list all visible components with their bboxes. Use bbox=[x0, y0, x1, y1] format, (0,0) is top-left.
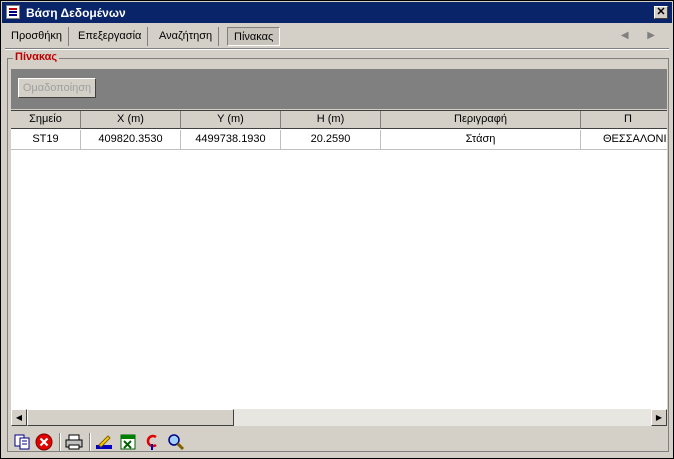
close-button[interactable]: ✕ bbox=[654, 6, 668, 19]
scroll-left-button[interactable]: ◀ bbox=[11, 409, 27, 426]
column-header-description[interactable]: Περιγραφή bbox=[381, 111, 581, 129]
tab-search[interactable]: Αναζήτηση bbox=[153, 27, 220, 46]
column-header-h[interactable]: H (m) bbox=[281, 111, 381, 129]
cell-h[interactable]: 20.2590 bbox=[281, 130, 381, 150]
data-grid[interactable]: Σημείο X (m) Y (m) H (m) Περιγραφή Π ST1… bbox=[11, 110, 667, 409]
search-icon[interactable] bbox=[167, 433, 185, 451]
delete-icon[interactable] bbox=[35, 433, 53, 451]
cell-y[interactable]: 4499738.1930 bbox=[181, 130, 281, 150]
window-title: Βάση Δεδομένων bbox=[26, 6, 126, 20]
print-icon[interactable] bbox=[65, 433, 83, 451]
title-bar[interactable]: Βάση Δεδομένων ✕ bbox=[2, 2, 672, 23]
group-by-button[interactable]: Ομαδοποίηση bbox=[18, 78, 96, 98]
grouping-panel: Ομαδοποίηση bbox=[11, 69, 667, 109]
tab-strip: Προσθήκη Επεξεργασία Αναζήτηση Πίνακας ◀… bbox=[5, 27, 669, 47]
excel-icon[interactable] bbox=[119, 433, 137, 451]
toolbar-separator bbox=[89, 433, 91, 451]
tab-edit[interactable]: Επεξεργασία bbox=[72, 27, 149, 46]
tab-divider bbox=[5, 48, 669, 50]
coordinate-icon[interactable] bbox=[143, 433, 161, 451]
cell-x[interactable]: 409820.3530 bbox=[81, 130, 181, 150]
tab-scroll-arrows-icon[interactable]: ◀ ▶ bbox=[621, 30, 663, 41]
copy-icon[interactable] bbox=[13, 433, 31, 451]
horizontal-scrollbar[interactable]: ◀ ▶ bbox=[11, 409, 667, 426]
column-header-y[interactable]: Y (m) bbox=[181, 111, 281, 129]
edit-icon[interactable] bbox=[95, 433, 113, 451]
cell-description[interactable]: Στάση bbox=[381, 130, 581, 150]
toolbar-separator bbox=[59, 433, 61, 451]
scroll-thumb[interactable] bbox=[27, 409, 234, 426]
scroll-right-button[interactable]: ▶ bbox=[651, 409, 667, 426]
group-label: Πίνακας bbox=[13, 51, 60, 63]
database-window: Βάση Δεδομένων ✕ Προσθήκη Επεξεργασία Αν… bbox=[0, 0, 674, 459]
cell-extra[interactable]: ΘΕΣΣΑΛΟΝΙΚ bbox=[581, 130, 667, 150]
column-header-point[interactable]: Σημείο bbox=[11, 111, 81, 129]
tab-table[interactable]: Πίνακας bbox=[227, 27, 281, 46]
cell-point[interactable]: ST19 bbox=[11, 130, 81, 150]
bottom-toolbar bbox=[11, 431, 667, 455]
column-header-extra[interactable]: Π bbox=[581, 111, 667, 129]
tab-add[interactable]: Προσθήκη bbox=[5, 27, 69, 46]
column-header-x[interactable]: X (m) bbox=[81, 111, 181, 129]
app-icon bbox=[6, 5, 20, 19]
